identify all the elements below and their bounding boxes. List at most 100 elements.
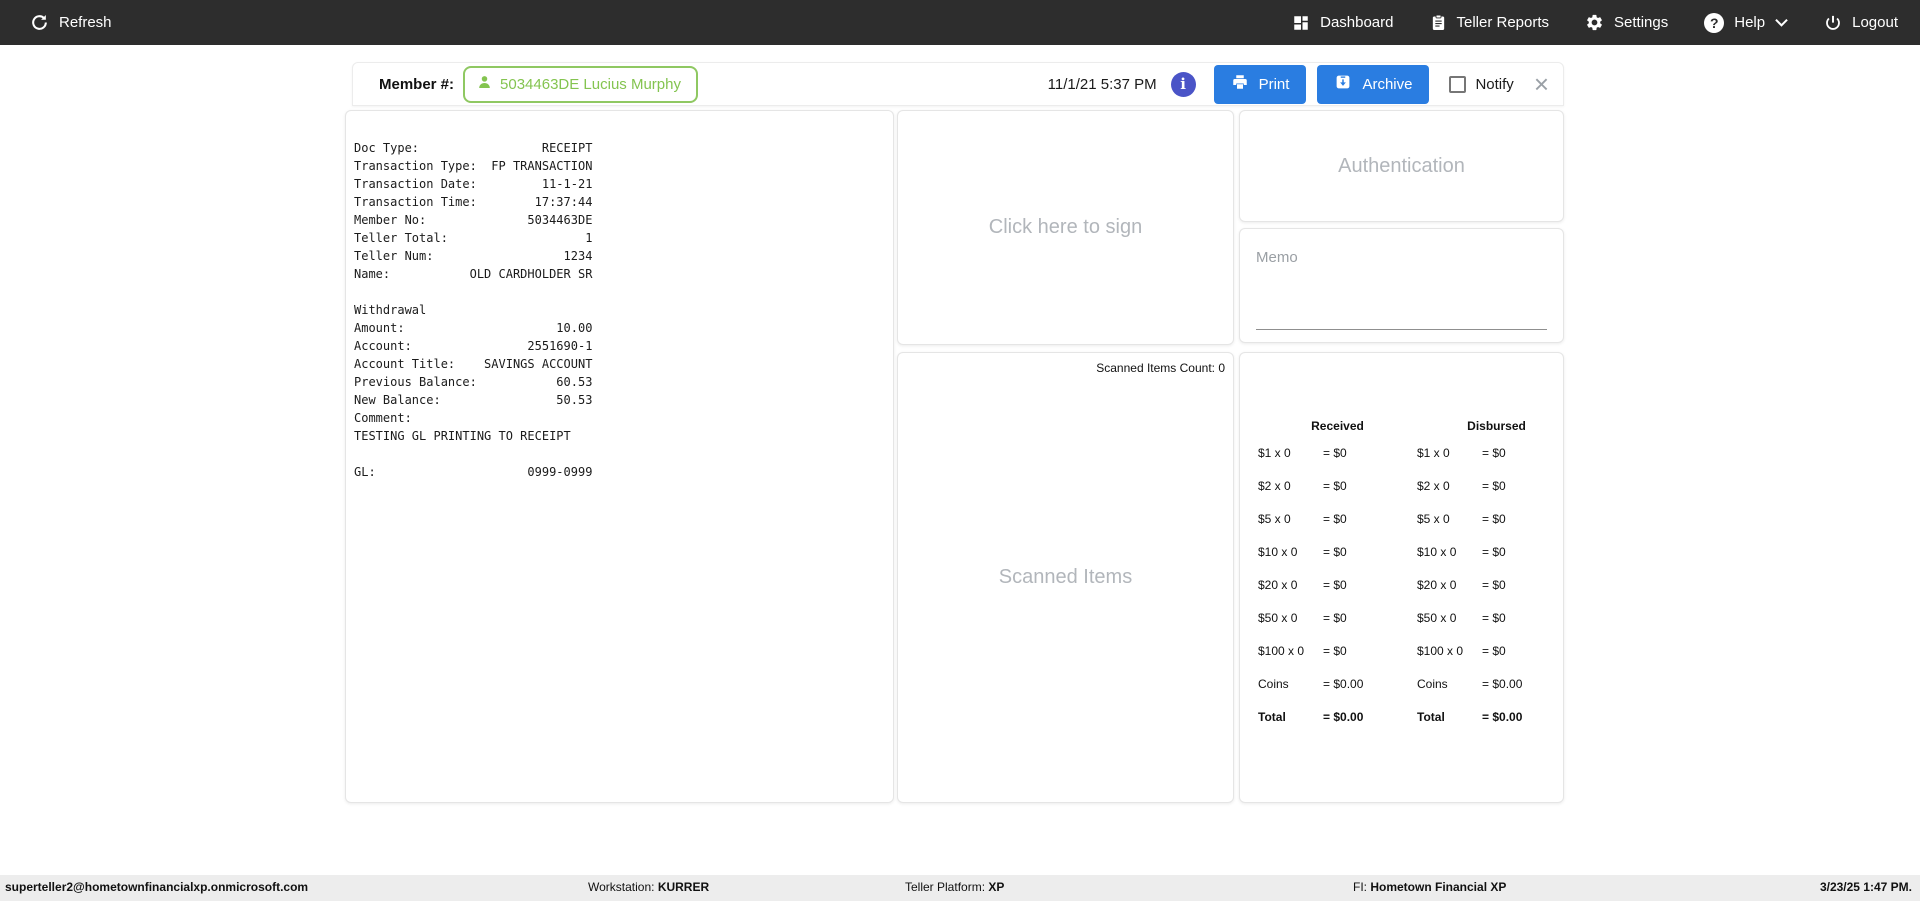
archive-button[interactable]: Archive xyxy=(1317,64,1430,104)
cash-cell: = $0 xyxy=(1482,578,1506,592)
refresh-button[interactable]: Refresh xyxy=(30,13,112,32)
cash-cell: $2 x 0 xyxy=(1417,479,1450,493)
cash-cell: $100 x 0 xyxy=(1258,644,1305,658)
printer-icon xyxy=(1231,73,1249,95)
cash-cell: = $0 xyxy=(1482,512,1506,526)
cash-cell: = $0 xyxy=(1323,545,1347,559)
cash-row: $20 x 0 = $0 $20 x 0 = $0 xyxy=(1258,578,1563,611)
cash-total-row: Total = $0.00 Total = $0.00 xyxy=(1258,710,1563,743)
nav-settings[interactable]: Settings xyxy=(1585,13,1668,32)
receipt-text: Doc Type: RECEIPT Transaction Type: FP T… xyxy=(354,141,593,479)
footer-datetime: 3/23/25 1:47 PM. xyxy=(1819,880,1912,894)
right-column: Authentication Memo Received Disbursed $… xyxy=(1239,110,1564,803)
cash-cell: $1 x 0 xyxy=(1258,446,1291,460)
cash-cell: Coins xyxy=(1258,677,1289,691)
cash-cell: $50 x 0 xyxy=(1417,611,1457,625)
cash-cell: $50 x 0 xyxy=(1258,611,1298,625)
cash-cell: $100 x 0 xyxy=(1417,644,1464,658)
member-search-input[interactable]: 5034463DE Lucius Murphy xyxy=(463,65,699,103)
nav-dashboard[interactable]: Dashboard xyxy=(1292,14,1394,32)
cash-row: Coins = $0.00 Coins = $0.00 xyxy=(1258,677,1563,710)
scanned-items-panel[interactable]: Scanned Items Count: 0 Scanned Items xyxy=(897,352,1234,803)
workstation-value: KURRER xyxy=(657,880,710,894)
nav-logout[interactable]: Logout xyxy=(1824,14,1898,32)
nav-teller-reports-label: Teller Reports xyxy=(1456,14,1550,31)
status-bar: superteller2@hometownfinancialxp.onmicro… xyxy=(0,875,1920,901)
nav-dashboard-label: Dashboard xyxy=(1320,14,1394,31)
top-navbar: Refresh Dashboard Teller Reports Setting… xyxy=(0,0,1920,45)
nav-help-label: Help xyxy=(1734,14,1766,31)
content-row: Doc Type: RECEIPT Transaction Type: FP T… xyxy=(345,110,1920,803)
clipboard-icon xyxy=(1430,13,1447,32)
member-bar: Member #: 5034463DE Lucius Murphy 11/1/2… xyxy=(352,62,1564,106)
cash-row: $100 x 0 = $0 $100 x 0 = $0 xyxy=(1258,644,1563,677)
cash-cell: $10 x 0 xyxy=(1417,545,1457,559)
cash-cell: = $0 xyxy=(1323,512,1347,526)
workstation-label: Workstation: xyxy=(588,880,655,894)
teller-app: Refresh Dashboard Teller Reports Setting… xyxy=(0,0,1920,901)
cash-cell: $5 x 0 xyxy=(1417,512,1450,526)
disbursed-header: Disbursed xyxy=(1467,419,1526,433)
archive-icon xyxy=(1334,73,1352,95)
cash-cell: Total xyxy=(1258,710,1286,724)
cash-cell: = $0 xyxy=(1482,644,1506,658)
cash-cell: Total xyxy=(1417,710,1445,724)
cash-cell: = $0 xyxy=(1323,578,1347,592)
cash-cell: = $0 xyxy=(1323,479,1347,493)
memo-panel[interactable]: Memo xyxy=(1239,228,1564,343)
middle-column: Click here to sign Scanned Items Count: … xyxy=(897,110,1234,803)
nav-settings-label: Settings xyxy=(1614,14,1669,31)
memo-label: Memo xyxy=(1256,249,1298,266)
signature-pad[interactable]: Click here to sign xyxy=(897,110,1234,345)
cash-cell: = $0 xyxy=(1323,611,1347,625)
main-area: Member #: 5034463DE Lucius Murphy 11/1/2… xyxy=(0,62,1920,803)
cash-cell: = $0 xyxy=(1323,644,1347,658)
print-button[interactable]: Print xyxy=(1213,64,1307,104)
nav-teller-reports[interactable]: Teller Reports xyxy=(1430,13,1550,32)
cash-cell: Coins xyxy=(1417,677,1448,691)
archive-button-label: Archive xyxy=(1362,75,1413,93)
notify-checkbox[interactable] xyxy=(1449,75,1467,93)
member-number-label: Member #: xyxy=(379,75,455,93)
cash-cell: = $0 xyxy=(1482,611,1506,625)
chevron-down-icon xyxy=(1775,18,1788,27)
info-icon[interactable]: i xyxy=(1170,71,1196,97)
close-icon[interactable]: × xyxy=(1534,71,1549,97)
cash-cell: $20 x 0 xyxy=(1417,578,1457,592)
logged-in-user: superteller2@hometownfinancialxp.onmicro… xyxy=(5,880,309,894)
cash-row: $1 x 0 = $0 $1 x 0 = $0 xyxy=(1258,446,1563,479)
scanned-items-placeholder: Scanned Items xyxy=(998,566,1133,588)
cash-cell: = $0.00 xyxy=(1482,710,1523,724)
person-icon xyxy=(477,74,492,94)
cash-cell: $10 x 0 xyxy=(1258,545,1298,559)
cash-cell: = $0.00 xyxy=(1323,710,1364,724)
cash-cell: = $0 xyxy=(1323,446,1347,460)
authentication-panel[interactable]: Authentication xyxy=(1239,110,1564,222)
cash-cell: = $0.00 xyxy=(1482,677,1523,691)
member-value: 5034463DE Lucius Murphy xyxy=(500,75,681,93)
cash-row: $50 x 0 = $0 $50 x 0 = $0 xyxy=(1258,611,1563,644)
notify-toggle[interactable]: Notify xyxy=(1449,75,1514,93)
cash-headers: Received Disbursed xyxy=(1258,419,1563,433)
received-header: Received xyxy=(1311,419,1364,433)
power-icon xyxy=(1824,14,1842,32)
cash-cell: = $0 xyxy=(1482,545,1506,559)
navbar-right-group: Dashboard Teller Reports Settings ? Help xyxy=(1292,12,1898,33)
nav-logout-label: Logout xyxy=(1852,14,1898,31)
memo-input-line[interactable] xyxy=(1256,329,1547,330)
authentication-placeholder: Authentication xyxy=(1338,154,1465,177)
refresh-icon xyxy=(30,13,49,32)
fi-status: FI: Hometown Financial XP xyxy=(1353,880,1506,894)
help-icon: ? xyxy=(1704,12,1725,33)
transaction-datetime: 11/1/21 5:37 PM xyxy=(1047,75,1157,93)
cash-cell: = $0 xyxy=(1482,479,1506,493)
cash-row: $2 x 0 = $0 $2 x 0 = $0 xyxy=(1258,479,1563,512)
nav-help[interactable]: ? Help xyxy=(1704,12,1788,33)
gear-icon xyxy=(1585,13,1604,32)
cash-row: $10 x 0 = $0 $10 x 0 = $0 xyxy=(1258,545,1563,578)
cash-cell: = $0.00 xyxy=(1323,677,1364,691)
platform-status: Teller Platform: XP xyxy=(905,880,1004,894)
cash-cell: $1 x 0 xyxy=(1417,446,1450,460)
signature-placeholder: Click here to sign xyxy=(988,216,1143,238)
platform-label: Teller Platform: xyxy=(905,880,986,894)
